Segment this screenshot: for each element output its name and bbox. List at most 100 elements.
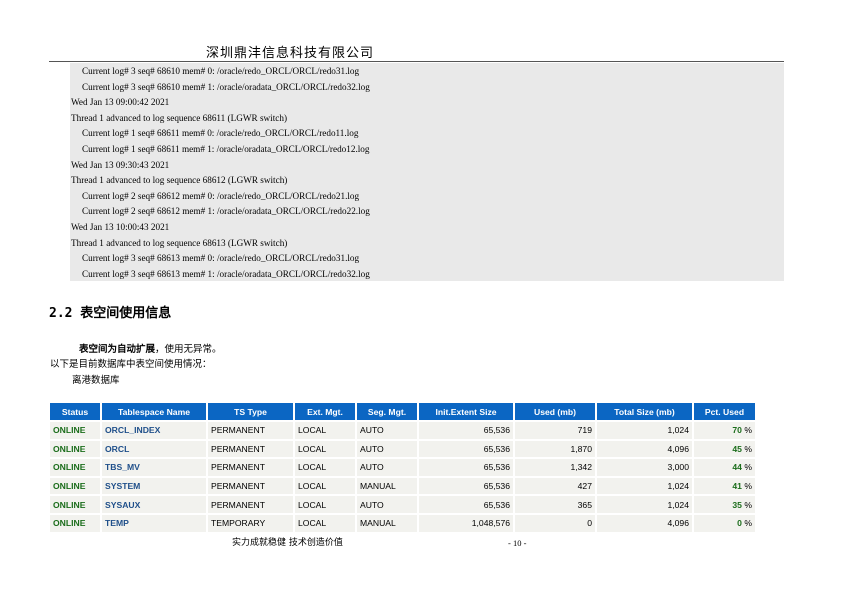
table-row: ONLINE SYSTEM PERMANENT LOCAL MANUAL 65,536 42… — [50, 477, 755, 495]
column-header: Used (mb) — [515, 403, 595, 420]
log-line: Current log# 1 seq# 68611 mem# 1: /oracl… — [82, 144, 370, 154]
table-row: ONLINE TEMP TEMPORARY LOCAL MANUAL 1,048,576 0… — [50, 514, 755, 532]
used-mb-cell: 719 — [515, 422, 595, 439]
pct-unit: % — [744, 499, 752, 510]
tablespace-name-cell: TEMP — [102, 514, 206, 532]
init-extent-cell: 65,536 — [419, 496, 513, 513]
seg-mgt-cell: AUTO — [357, 422, 417, 439]
status-cell: ONLINE — [50, 477, 100, 495]
log-line: Current log# 1 seq# 68611 mem# 0: /oracl… — [82, 128, 359, 139]
total-size-cell: 1,024 — [597, 477, 692, 495]
log-line: Current log# 3 seq# 68613 mem# 1: /oracl… — [82, 268, 370, 279]
database-name: 离港数据库 — [72, 375, 120, 386]
footer-slogan: 实力成就稳健 技术创造价值 — [232, 538, 343, 548]
log-line: Current log# 3 seq# 68613 mem# 0: /oracl… — [82, 253, 360, 264]
pct-unit: % — [744, 425, 752, 436]
table-row: ONLINE ORCL PERMANENT LOCAL AUTO 65,536 1,870 4… — [50, 440, 755, 458]
total-size-cell: 1,024 — [597, 422, 692, 439]
ts-type-cell: PERMANENT — [208, 422, 293, 439]
used-mb-cell: 0 — [515, 514, 595, 532]
seg-mgt-cell: AUTO — [357, 440, 417, 458]
column-header: TS Type — [208, 403, 293, 420]
table-header-row: Status Tablespace Name TS Type Ext. Mgt. Seg… — [50, 403, 755, 420]
note-rest: ，使用无异常。 — [155, 344, 222, 355]
ext-mgt-cell: LOCAL — [295, 459, 355, 476]
seg-mgt-cell: AUTO — [357, 459, 417, 476]
pct-unit: % — [744, 462, 752, 473]
ts-type-cell: TEMPORARY — [208, 514, 293, 532]
status-cell: ONLINE — [50, 496, 100, 513]
used-mb-cell: 1,870 — [515, 440, 595, 458]
init-extent-cell: 65,536 — [419, 440, 513, 458]
tablespace-name-cell: ORCL — [102, 440, 206, 458]
note-bold: 表空间为自动扩展 — [79, 344, 156, 355]
log-line: Thread 1 advanced to log sequence 68613 … — [71, 237, 288, 248]
ext-mgt-cell: LOCAL — [295, 496, 355, 513]
column-header: Status — [50, 403, 100, 420]
tablespace-note: 表空间为自动扩展，使用无异常。 — [79, 341, 222, 355]
init-extent-cell: 65,536 — [419, 422, 513, 439]
log-line: Current log# 3 seq# 68610 mem# 1: /oracl… — [82, 81, 370, 92]
pct-used-cell: 35 % — [694, 496, 755, 513]
tablespace-table: Status Tablespace Name TS Type Ext. Mgt. Seg… — [48, 401, 757, 534]
ext-mgt-cell: LOCAL — [295, 422, 355, 439]
seg-mgt-cell: MANUAL — [357, 477, 417, 495]
column-header: Total Size (mb) — [597, 403, 692, 420]
column-header: Init.Extent Size — [419, 403, 513, 420]
used-mb-cell: 1,342 — [515, 459, 595, 476]
ts-type-cell: PERMANENT — [208, 440, 293, 458]
used-mb-cell: 427 — [515, 477, 595, 495]
pct-value: 45 — [732, 443, 742, 454]
pct-unit: % — [744, 481, 752, 492]
log-line: Thread 1 advanced to log sequence 68612 … — [71, 175, 288, 186]
ext-mgt-cell: LOCAL — [295, 514, 355, 532]
tablespace-name-cell: ORCL_INDEX — [102, 422, 206, 439]
total-size-cell: 3,000 — [597, 459, 692, 476]
log-line: Wed Jan 13 09:30:43 2021 — [71, 159, 170, 170]
init-extent-cell: 1,048,576 — [419, 514, 513, 532]
table-row: ONLINE SYSAUX PERMANENT LOCAL AUTO 65,536 365 1… — [50, 496, 755, 513]
total-size-cell: 1,024 — [597, 496, 692, 513]
tablespace-name-cell: TBS_MV — [102, 459, 206, 476]
pct-value: 0 — [737, 518, 742, 529]
ts-type-cell: PERMANENT — [208, 496, 293, 513]
intro-text: 以下是目前数据库中表空间使用情况： — [50, 359, 212, 370]
pct-used-cell: 41 % — [694, 477, 755, 495]
log-line: Current log# 2 seq# 68612 mem# 1: /oracl… — [82, 206, 370, 217]
status-cell: ONLINE — [50, 459, 100, 476]
seg-mgt-cell: MANUAL — [357, 514, 417, 532]
column-header: Seg. Mgt. — [357, 403, 417, 420]
log-line: Thread 1 advanced to log sequence 68611 … — [71, 112, 288, 123]
used-mb-cell: 365 — [515, 496, 595, 513]
seg-mgt-cell: AUTO — [357, 496, 417, 513]
section-title: 2.2 表空间使用信息 — [49, 306, 172, 321]
page-header-company: 深圳鼎沣信息科技有限公司 — [205, 46, 374, 61]
ext-mgt-cell: LOCAL — [295, 440, 355, 458]
log-line: Current log# 2 seq# 68612 mem# 0: /oracl… — [82, 190, 360, 201]
pct-value: 35 — [732, 499, 742, 510]
tablespace-name-cell: SYSTEM — [102, 477, 206, 495]
pct-value: 70 — [732, 425, 742, 436]
total-size-cell: 4,096 — [597, 514, 692, 532]
pct-value: 44 — [732, 462, 742, 473]
total-size-cell: 4,096 — [597, 440, 692, 458]
log-line: Current log# 3 seq# 68610 mem# 0: /oracl… — [82, 66, 360, 76]
column-header: Tablespace Name — [102, 403, 206, 420]
init-extent-cell: 65,536 — [419, 459, 513, 476]
table-row: ONLINE TBS_MV PERMANENT LOCAL AUTO 65,536 1,34… — [50, 459, 755, 476]
header-divider — [49, 61, 784, 62]
log-line: Wed Jan 13 09:00:42 2021 — [71, 97, 170, 108]
pct-used-cell: 0 % — [694, 514, 755, 532]
table-row: ONLINE ORCL_INDEX PERMANENT LOCAL AUTO 65,536… — [50, 422, 755, 439]
status-cell: ONLINE — [50, 514, 100, 532]
ext-mgt-cell: LOCAL — [295, 477, 355, 495]
ts-type-cell: PERMANENT — [208, 477, 293, 495]
column-header: Ext. Mgt. — [295, 403, 355, 420]
pct-value: 41 — [732, 481, 742, 492]
status-cell: ONLINE — [50, 440, 100, 458]
status-cell: ONLINE — [50, 422, 100, 439]
tablespace-name-cell: SYSAUX — [102, 496, 206, 513]
pct-unit: % — [744, 518, 752, 529]
init-extent-cell: 65,536 — [419, 477, 513, 495]
pct-unit: % — [744, 443, 752, 454]
